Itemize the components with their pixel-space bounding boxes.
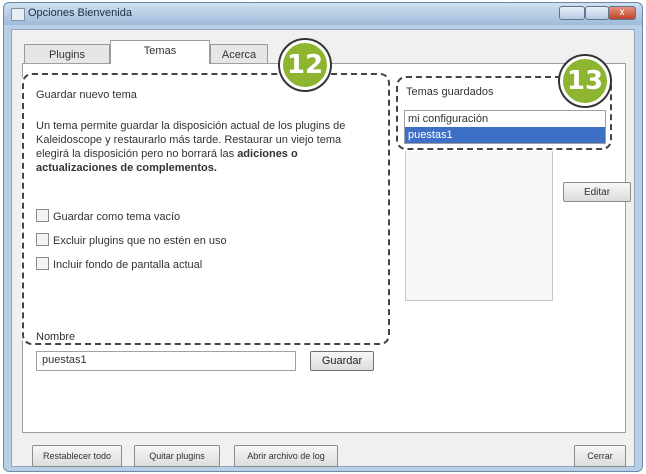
callout-badge-12: 12 xyxy=(280,40,330,90)
save-theme-button[interactable]: Guardar xyxy=(310,351,374,371)
checkbox-label: Excluir plugins que no estén en uso xyxy=(53,235,227,247)
checkbox-box[interactable] xyxy=(36,209,49,222)
callout-badge-13: 13 xyxy=(560,56,610,106)
checkbox-label: Guardar como tema vacío xyxy=(53,211,181,223)
checkbox-exclude-unused[interactable]: Excluir plugins que no estén en uso xyxy=(36,233,227,247)
name-label: Nombre xyxy=(36,331,76,343)
close-window-button[interactable]: x xyxy=(608,6,636,20)
tab-temas[interactable]: Temas xyxy=(110,40,210,64)
window-title: Opciones Bienvenida xyxy=(28,7,132,19)
open-log-button[interactable]: Abrir archivo de log xyxy=(234,445,338,467)
saved-themes-list[interactable]: mi configuración puestas1 xyxy=(404,110,606,144)
description-text: Un tema permite guardar la disposición a… xyxy=(36,120,346,160)
edit-theme-button[interactable]: Editar xyxy=(563,182,631,202)
checkbox-label: Incluir fondo de pantalla actual xyxy=(53,259,203,271)
checkbox-box[interactable] xyxy=(36,257,49,270)
close-button[interactable]: Cerrar xyxy=(574,445,626,467)
callout-save-theme: Guardar nuevo tema Un tema permite guard… xyxy=(22,73,390,371)
checkbox-box[interactable] xyxy=(36,233,49,246)
saved-themes-title: Temas guardados xyxy=(406,86,494,98)
list-item[interactable]: mi configuración xyxy=(405,111,605,127)
section-description: Un tema permite guardar la disposición a… xyxy=(36,119,366,175)
maximize-button[interactable] xyxy=(585,6,609,20)
tab-plugins[interactable]: Plugins xyxy=(24,44,110,64)
minimize-button[interactable] xyxy=(559,6,585,20)
app-icon xyxy=(11,8,25,21)
checkbox-include-wallpaper[interactable]: Incluir fondo de pantalla actual xyxy=(36,257,202,271)
restore-all-button[interactable]: Restablecer todo xyxy=(32,445,122,467)
list-item-selected[interactable]: puestas1 xyxy=(405,127,605,143)
checkbox-empty-theme[interactable]: Guardar como tema vacío xyxy=(36,209,180,223)
tab-acerca[interactable]: Acerca xyxy=(210,44,268,64)
remove-plugins-button[interactable]: Quitar plugins xyxy=(134,445,220,467)
title-bar: Opciones Bienvenida x xyxy=(4,3,642,25)
theme-name-input[interactable]: puestas1 xyxy=(36,351,296,371)
section-title: Guardar nuevo tema xyxy=(36,89,137,101)
